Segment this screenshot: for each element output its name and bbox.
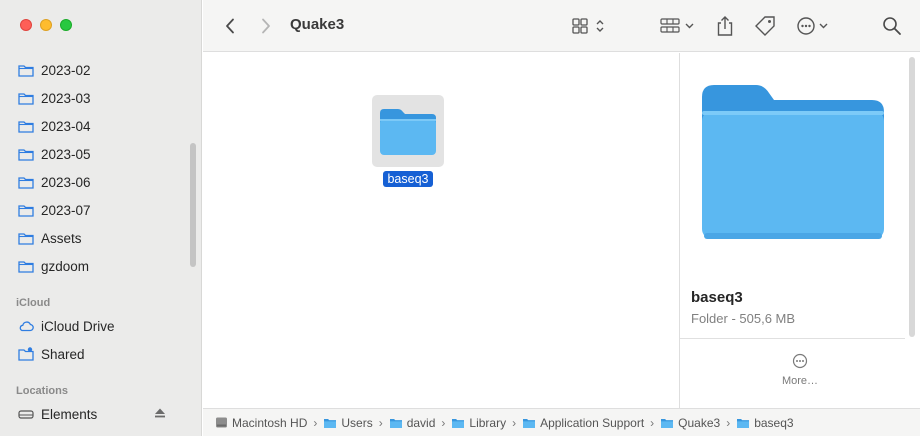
sidebar-item-label: 2023-02 [41, 62, 91, 78]
sidebar-item-label: 2023-06 [41, 174, 91, 190]
chevron-left-icon [226, 18, 234, 34]
path-separator: › [650, 415, 655, 430]
sidebar-section-locations: Locations [16, 385, 68, 397]
chevron-right-icon [262, 18, 270, 34]
folder-icon [18, 65, 34, 77]
preview-subtitle: Folder - 505,6 MB [691, 311, 796, 326]
finder-window: 2023-02 2023-03 2023-04 2023-05 2023-06 … [0, 0, 920, 436]
search-button[interactable] [881, 14, 903, 38]
sidebar-item-2023-02[interactable]: 2023-02 [18, 59, 91, 81]
minimize-window-button[interactable] [40, 19, 52, 31]
sidebar-item-2023-07[interactable]: 2023-07 [18, 199, 91, 221]
sidebar-item-label: 2023-07 [41, 202, 91, 218]
sidebar-item-icloud-drive[interactable]: iCloud Drive [18, 315, 115, 337]
preview-scrollbar[interactable] [909, 57, 915, 337]
sidebar-item-2023-06[interactable]: 2023-06 [18, 171, 91, 193]
path-crumb-macintosh-hd[interactable]: Macintosh HD [215, 416, 307, 430]
path-crumb-baseq3[interactable]: baseq3 [736, 416, 794, 430]
folder-icon [324, 418, 337, 428]
sidebar-item-2023-04[interactable]: 2023-04 [18, 115, 91, 137]
sidebar-item-shared[interactable]: Shared [18, 343, 85, 365]
grid-view-icon [572, 18, 604, 34]
folder-icon [18, 149, 34, 161]
sidebar-item-label: 2023-05 [41, 146, 91, 162]
sidebar-item-label: iCloud Drive [41, 318, 115, 334]
ellipsis-circle-icon [797, 17, 828, 35]
action-menu-button[interactable] [796, 14, 834, 38]
sidebar-item-2023-05[interactable]: 2023-05 [18, 143, 91, 165]
tags-button[interactable] [754, 14, 776, 38]
folder-icon [737, 418, 750, 428]
sidebar-item-label: Assets [41, 230, 82, 246]
folder-icon [452, 418, 465, 428]
path-crumb-application-support[interactable]: Application Support [522, 416, 644, 430]
folder-icon [18, 261, 34, 273]
preview-divider [680, 338, 905, 339]
folder-icon [18, 121, 34, 133]
folder-icon [18, 205, 34, 217]
more-label: More… [781, 375, 819, 387]
sidebar-section-icloud: iCloud [16, 297, 51, 309]
sidebar-item-label: 2023-03 [41, 90, 91, 106]
cloud-icon [19, 321, 34, 332]
folder-icon [380, 109, 436, 155]
sidebar-item-label: 2023-04 [41, 118, 91, 134]
back-button[interactable] [219, 14, 241, 38]
path-crumb-users[interactable]: Users [323, 416, 373, 430]
preview-pane: baseq3 Folder - 505,6 MB More… [679, 53, 920, 408]
share-button[interactable] [715, 14, 735, 38]
drive-icon [18, 410, 34, 419]
sidebar: 2023-02 2023-03 2023-04 2023-05 2023-06 … [0, 0, 202, 436]
path-crumb-quake3[interactable]: Quake3 [660, 416, 720, 430]
path-separator: › [313, 415, 318, 430]
sidebar-item-assets[interactable]: Assets [18, 227, 82, 249]
path-separator: › [726, 415, 731, 430]
folder-item-baseq3[interactable]: baseq3 [372, 95, 444, 187]
sidebar-item-elements[interactable]: Elements [18, 403, 97, 425]
folder-name-label[interactable]: baseq3 [383, 171, 433, 187]
file-browser-area[interactable]: baseq3 [203, 53, 679, 408]
group-button[interactable] [659, 14, 699, 38]
path-crumb-library[interactable]: Library [451, 416, 506, 430]
search-icon [883, 17, 901, 35]
ellipsis-circle-icon [792, 353, 808, 369]
path-separator: › [512, 415, 517, 430]
toolbar: Quake3 [203, 0, 920, 52]
tag-icon [755, 16, 775, 36]
path-bar: Macintosh HD › Users › david › Library ›… [203, 408, 920, 436]
folder-icon [523, 418, 536, 428]
shared-folder-icon [18, 347, 34, 361]
zoom-window-button[interactable] [60, 19, 72, 31]
sidebar-item-gzdoom[interactable]: gzdoom [18, 255, 89, 277]
folder-preview-icon [702, 85, 884, 239]
folder-icon [18, 93, 34, 105]
path-separator: › [378, 415, 383, 430]
forward-button[interactable] [255, 14, 277, 38]
view-mode-button[interactable] [571, 14, 609, 38]
sidebar-item-label: gzdoom [41, 258, 90, 274]
sidebar-item-label: Shared [41, 346, 85, 362]
more-button[interactable]: More… [780, 353, 820, 387]
window-title: Quake3 [290, 16, 345, 33]
preview-name: baseq3 [691, 289, 743, 306]
path-separator: › [441, 415, 446, 430]
folder-icon [18, 177, 34, 189]
share-icon [717, 16, 733, 36]
traffic-lights [20, 19, 72, 31]
folder-icon [661, 418, 674, 428]
sidebar-scrollbar[interactable] [190, 143, 196, 267]
group-view-icon [660, 18, 694, 33]
folder-thumbnail [372, 95, 444, 167]
eject-icon[interactable] [154, 407, 166, 419]
hard-drive-icon [216, 417, 227, 428]
close-window-button[interactable] [20, 19, 32, 31]
sidebar-item-2023-03[interactable]: 2023-03 [18, 87, 91, 109]
path-crumb-david[interactable]: david [389, 416, 435, 430]
home-folder-icon [389, 418, 402, 428]
sidebar-item-label: Elements [41, 406, 98, 422]
folder-icon [18, 233, 34, 245]
